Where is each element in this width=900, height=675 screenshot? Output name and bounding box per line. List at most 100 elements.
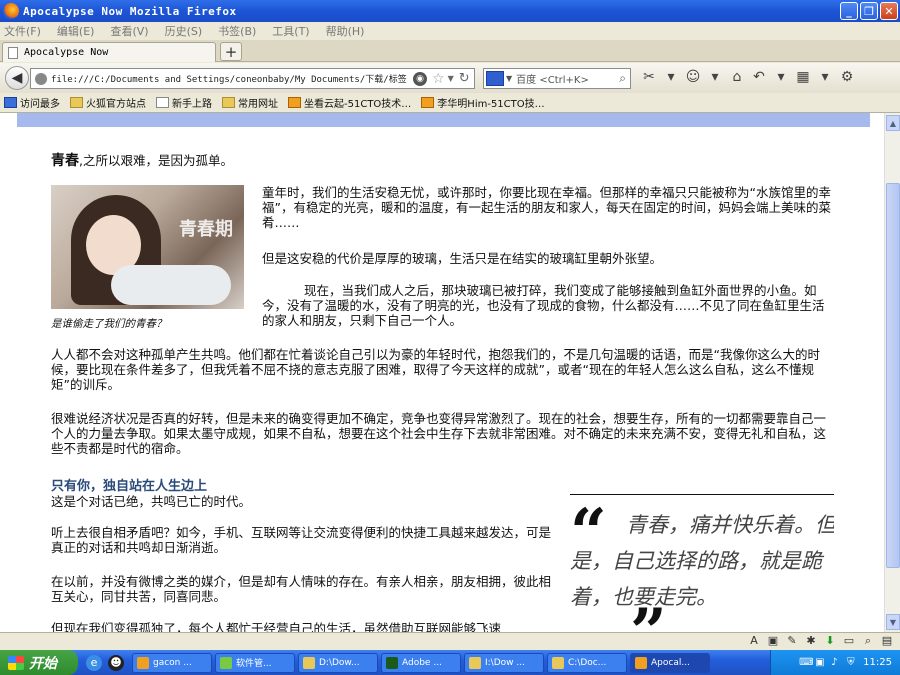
network-icon[interactable]: ▣ — [815, 657, 827, 669]
font-size-icon[interactable]: A — [747, 634, 761, 648]
vertical-scrollbar[interactable]: ▲ ▼ — [884, 113, 900, 632]
pen-icon[interactable]: ✎ — [785, 634, 799, 648]
menu-history[interactable]: 历史(S) — [165, 23, 203, 39]
smiley-icon[interactable]: ☺ — [684, 69, 702, 87]
paragraph-7: 听上去很自相矛盾吧？如今，手机、互联网等让交流变得便利的快捷工具越来越发达，可是… — [51, 525, 552, 555]
task-label: C:\Doc... — [568, 657, 607, 668]
bookmark-common-sites[interactable]: 常用网址 — [222, 95, 278, 110]
ie-icon[interactable]: e — [86, 654, 102, 671]
quick-launch: e ☻ — [86, 654, 124, 671]
download-arrow-icon[interactable]: ⬇ — [823, 634, 837, 648]
menu-edit[interactable]: 编辑(E) — [57, 23, 95, 39]
task-adobe[interactable]: Adobe ... — [381, 652, 461, 673]
minimize-button[interactable]: _ — [840, 2, 858, 20]
task-documents-c[interactable]: C:\Doc... — [547, 652, 627, 673]
task-label: gacon ... — [153, 657, 192, 668]
task-downloads-i[interactable]: I:\Dow ... — [464, 652, 544, 673]
search-input[interactable]: 百度 <Ctrl+K> — [516, 71, 619, 86]
menu-bookmarks[interactable]: 书签(B) — [218, 23, 256, 39]
title-bar: Apocalypse Now Mozilla Firefox _ ❐ ✕ — [0, 0, 900, 22]
folder-icon — [70, 97, 83, 108]
site-favicon-icon — [288, 97, 301, 108]
shield-icon[interactable]: ⛨ — [847, 657, 859, 669]
task-apocalypse[interactable]: Apocal... — [630, 652, 710, 673]
feed-icon[interactable]: ◉ — [413, 71, 427, 86]
bookmarks-bar: 访问最多 火狐官方站点 新手上路 常用网址 坐看云起-51CTO技术… 李华明H… — [0, 93, 900, 113]
windows-taskbar: 开始 e ☻ gacon ... 软件管... D:\Dow... Adobe … — [0, 650, 900, 675]
task-gacon[interactable]: gacon ... — [132, 652, 212, 673]
task-downloads-d[interactable]: D:\Dow... — [298, 652, 378, 673]
zoom-icon[interactable]: ⌕ — [861, 634, 875, 648]
window-controls: _ ❐ ✕ — [840, 2, 898, 20]
reload-icon[interactable]: ↻ — [459, 71, 470, 86]
bookmark-most-visited[interactable]: 访问最多 — [4, 95, 60, 110]
page-icon — [156, 97, 169, 108]
menu-view[interactable]: 查看(V) — [110, 23, 148, 39]
intro-line: 青春,之所以艰难，是因为孤单。 — [51, 153, 751, 169]
menu-tools[interactable]: 工具(T) — [272, 23, 309, 39]
apps-grid-icon[interactable]: ▦ — [794, 69, 812, 87]
task-software-manager[interactable]: 软件管... — [215, 652, 295, 673]
bookmark-51cto-2[interactable]: 李华明Him-51CTO技… — [421, 95, 545, 110]
search-bar[interactable]: ▼ 百度 <Ctrl+K> ⌕ — [483, 68, 631, 89]
tools-icon[interactable]: ⚙ — [838, 69, 856, 87]
search-engine-dropdown-icon[interactable]: ▼ — [506, 74, 512, 83]
firefox-icon — [3, 3, 19, 19]
url-text[interactable]: file:///C:/Documents and Settings/coneon… — [51, 72, 411, 85]
apps-dropdown-icon[interactable]: ▾ — [816, 69, 834, 87]
screenshot-icon[interactable]: ▣ — [766, 634, 780, 648]
task-label: I:\Dow ... — [485, 657, 525, 668]
bookmark-label: 新手上路 — [172, 99, 212, 110]
photo-arm — [111, 265, 231, 305]
home-icon[interactable]: ⌂ — [728, 69, 746, 87]
scroll-up-arrow-icon[interactable]: ▲ — [886, 115, 900, 131]
tab-apocalypse-now[interactable]: Apocalypse Now — [2, 42, 216, 62]
scroll-thumb[interactable] — [886, 183, 900, 568]
close-quote-mark: ” — [630, 601, 667, 633]
url-bar[interactable]: file:///C:/Documents and Settings/coneon… — [30, 68, 475, 89]
bookmark-51cto-1[interactable]: 坐看云起-51CTO技术… — [288, 95, 411, 110]
keyboard-icon[interactable]: ⌨ — [799, 657, 813, 669]
pull-quote-text: 青春，痛并快乐着。但是，自己选择的路，就是跪着，也要走完。 — [570, 513, 834, 609]
bookmark-label: 火狐官方站点 — [86, 99, 146, 110]
pull-quote: “ 青春，痛并快乐着。但是，自己选择的路，就是跪着，也要走完。 ” — [570, 494, 834, 632]
firefox-icon — [635, 656, 647, 669]
smiley-dropdown-icon[interactable]: ▾ — [706, 69, 724, 87]
addon-icon[interactable]: ✂ — [640, 69, 658, 87]
site-identity-icon[interactable] — [35, 72, 47, 85]
close-button[interactable]: ✕ — [880, 2, 898, 20]
menu-help[interactable]: 帮助(H) — [326, 23, 365, 39]
volume-icon[interactable]: ♪ — [831, 657, 843, 669]
undo-icon[interactable]: ↶ — [750, 69, 768, 87]
url-history-dropdown-icon[interactable]: ▼ — [448, 74, 454, 83]
clock[interactable]: 11:25 — [863, 657, 892, 668]
window-icon[interactable]: ▭ — [842, 634, 856, 648]
qq-icon[interactable]: ☻ — [108, 654, 124, 671]
paragraph-6: 这是个对话已绝，共鸣已亡的时代。 — [51, 494, 252, 509]
maximize-button[interactable]: ❐ — [860, 2, 878, 20]
undo-dropdown-icon[interactable]: ▾ — [772, 69, 790, 87]
new-tab-button[interactable]: + — [220, 42, 242, 61]
bookmark-star-icon[interactable]: ☆ — [432, 71, 445, 87]
start-button[interactable]: 开始 — [0, 650, 78, 675]
menu-bar: 文件(F) 编辑(E) 查看(V) 历史(S) 书签(B) 工具(T) 帮助(H… — [0, 22, 900, 40]
bookmark-firefox-site[interactable]: 火狐官方站点 — [70, 95, 146, 110]
paragraph-2: 但是这安稳的代价是厚厚的玻璃，生活只是在结实的玻璃缸里朝外张望。 — [262, 251, 663, 266]
search-icon[interactable]: ⌕ — [619, 71, 626, 86]
status-more-icon[interactable]: ▤ — [880, 634, 894, 648]
paragraph-9: 但现在我们变得孤独了，每个人都忙于经营自己的生活，虽然借助互联网能够飞速 — [51, 621, 502, 632]
scroll-down-arrow-icon[interactable]: ▼ — [886, 614, 900, 630]
bookmark-getting-started[interactable]: 新手上路 — [156, 95, 212, 110]
paragraph-3: 现在，当我们成人之后，那块玻璃已被打碎，我们变成了能够接触到鱼缸外面世界的小鱼。… — [262, 283, 825, 328]
task-label: 软件管... — [236, 659, 272, 669]
navigation-bar: ◀ file:///C:/Documents and Settings/cone… — [0, 63, 900, 93]
paragraph-8: 在以前，并没有微博之类的媒介，但是却有人情味的存在。有亲人相亲，朋友相拥，彼此相… — [51, 574, 552, 604]
addon-dropdown-icon[interactable]: ▾ — [662, 69, 680, 87]
photo-caption: 是谁偷走了我们的青春？ — [51, 318, 167, 330]
back-button[interactable]: ◀ — [5, 66, 29, 90]
search-engine-icon[interactable] — [486, 71, 504, 86]
addon-status-icon[interactable]: ✱ — [804, 634, 818, 648]
menu-file[interactable]: 文件(F) — [4, 23, 41, 39]
system-tray: ⌨ ▣ ♪ ⛨ 11:25 — [770, 650, 900, 675]
paragraph-4: 人人都不会对这种孤单产生共鸣。他们都在忙着谈论自己引以为豪的年轻时代，抱怨我们的… — [51, 347, 820, 392]
